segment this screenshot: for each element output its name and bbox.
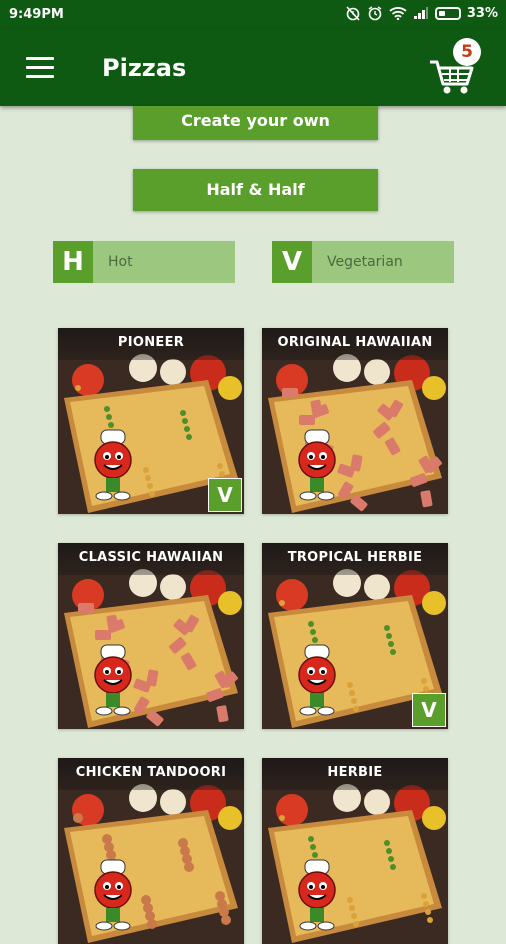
create-your-own-button[interactable]: Create your own: [133, 106, 378, 140]
battery-icon: [434, 6, 461, 20]
cart-count-badge: 5: [453, 38, 481, 66]
filter-vegetarian-label: Vegetarian: [327, 254, 403, 270]
page-title: Pizzas: [102, 54, 187, 82]
vegetarian-badge: V: [412, 693, 446, 727]
pizza-name: CHICKEN TANDOORI: [58, 758, 244, 790]
filter-hot[interactable]: H Hot: [53, 241, 235, 283]
status-time: 9:49PM: [9, 7, 64, 22]
cart-button[interactable]: 5: [428, 38, 490, 98]
pizza-card[interactable]: CHICKEN TANDOORI: [58, 758, 244, 944]
vegetarian-badge: V: [208, 478, 242, 512]
pizza-name: ORIGINAL HAWAIIAN: [262, 328, 448, 360]
battery-percent: 33%: [466, 5, 498, 21]
pizza-card[interactable]: TROPICAL HERBIE V: [262, 543, 448, 729]
status-bar: 9:49PM 33%: [0, 0, 506, 30]
filter-vegetarian[interactable]: V Vegetarian: [272, 241, 454, 283]
pizza-card[interactable]: PIONEER V: [58, 328, 244, 514]
pizza-card[interactable]: ORIGINAL HAWAIIAN: [262, 328, 448, 514]
app-bar: Pizzas 5: [0, 30, 506, 106]
battery-fill: [438, 10, 445, 16]
pizza-name: HERBIE: [262, 758, 448, 790]
filter-hot-label: Hot: [108, 254, 133, 270]
status-icons: 33%: [345, 5, 498, 21]
hamburger-menu-icon[interactable]: [26, 57, 54, 79]
pizza-card[interactable]: HERBIE: [262, 758, 448, 944]
half-and-half-button[interactable]: Half & Half: [133, 169, 378, 211]
filter-hot-letter: H: [53, 241, 93, 283]
filter-vegetarian-letter: V: [272, 241, 312, 283]
pizza-name: PIONEER: [58, 328, 244, 360]
pizza-name: CLASSIC HAWAIIAN: [58, 543, 244, 575]
pizza-name: TROPICAL HERBIE: [262, 543, 448, 575]
pizza-card[interactable]: CLASSIC HAWAIIAN: [58, 543, 244, 729]
wifi-icon: [389, 7, 407, 20]
signal-icon: [413, 7, 428, 19]
alarm-off-icon: [346, 6, 360, 21]
alarm-clock-icon: [368, 6, 382, 21]
